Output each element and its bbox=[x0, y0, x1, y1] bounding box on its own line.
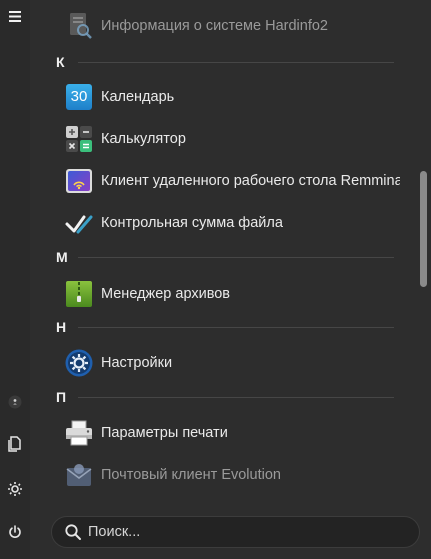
section-divider bbox=[78, 256, 394, 258]
user-avatar-button[interactable] bbox=[4, 391, 26, 413]
settings-app-icon bbox=[64, 348, 94, 378]
hamburger-menu-icon bbox=[9, 10, 21, 22]
app-label: Калькулятор bbox=[101, 131, 186, 147]
mail-client-icon bbox=[64, 460, 94, 490]
app-label: Настройки bbox=[101, 355, 173, 371]
search-input[interactable] bbox=[88, 524, 419, 540]
section-divider bbox=[78, 396, 394, 398]
section-header-m: М bbox=[48, 247, 396, 267]
app-item-settings[interactable]: Настройки bbox=[64, 345, 400, 381]
section-letter: П bbox=[56, 389, 67, 405]
documents-button[interactable] bbox=[4, 433, 26, 455]
power-button[interactable] bbox=[4, 521, 26, 543]
section-letter: М bbox=[56, 249, 68, 265]
app-label: Почтовый клиент Evolution bbox=[101, 467, 281, 483]
sidebar bbox=[0, 0, 30, 559]
app-label: Календарь bbox=[101, 89, 175, 105]
app-item-calculator[interactable]: Калькулятор bbox=[64, 121, 400, 157]
app-label: Параметры печати bbox=[101, 425, 228, 441]
section-header-p: П bbox=[48, 387, 396, 407]
gear-icon bbox=[8, 482, 22, 496]
settings-button[interactable] bbox=[4, 478, 26, 500]
hamburger-menu-button[interactable] bbox=[4, 5, 26, 27]
section-header-n: Н bbox=[48, 317, 396, 337]
app-item-hardinfo2[interactable]: Информация о системе Hardinfo2 bbox=[64, 8, 400, 44]
app-item-checksum[interactable]: Контрольная сумма файла bbox=[64, 205, 400, 241]
app-label: Информация о системе Hardinfo2 bbox=[101, 18, 328, 34]
search-box[interactable] bbox=[51, 516, 420, 548]
section-divider bbox=[78, 326, 394, 328]
app-item-print-settings[interactable]: Параметры печати bbox=[64, 415, 400, 451]
app-list: Информация о системе Hardinfo2 К 30 Кале… bbox=[48, 0, 400, 508]
app-label: Клиент удаленного рабочего стола Remmina bbox=[101, 173, 400, 189]
scrollbar-thumb[interactable] bbox=[420, 171, 427, 287]
power-icon bbox=[9, 525, 21, 538]
app-item-archive-manager[interactable]: Менеджер архивов bbox=[64, 276, 400, 312]
user-avatar-icon bbox=[8, 395, 22, 409]
section-letter: К bbox=[56, 54, 65, 70]
system-info-icon bbox=[64, 11, 94, 41]
checksum-icon bbox=[64, 208, 94, 238]
printer-icon bbox=[64, 418, 94, 448]
remote-desktop-icon bbox=[64, 166, 94, 196]
app-label: Контрольная сумма файла bbox=[101, 215, 283, 231]
section-letter: Н bbox=[56, 319, 67, 335]
section-header-k: К bbox=[48, 52, 396, 72]
archive-manager-icon bbox=[64, 279, 94, 309]
app-item-evolution[interactable]: Почтовый клиент Evolution bbox=[64, 457, 400, 493]
app-item-remmina[interactable]: Клиент удаленного рабочего стола Remmina bbox=[64, 163, 400, 199]
application-menu: Информация о системе Hardinfo2 К 30 Кале… bbox=[0, 0, 431, 559]
section-divider bbox=[78, 61, 394, 63]
app-label: Менеджер архивов bbox=[101, 286, 230, 302]
calculator-icon bbox=[64, 124, 94, 154]
calendar-icon: 30 bbox=[64, 82, 94, 112]
app-item-calendar[interactable]: 30 Календарь bbox=[64, 79, 400, 115]
search-icon bbox=[65, 524, 81, 540]
documents-icon bbox=[8, 436, 21, 452]
calendar-day: 30 bbox=[70, 88, 88, 105]
